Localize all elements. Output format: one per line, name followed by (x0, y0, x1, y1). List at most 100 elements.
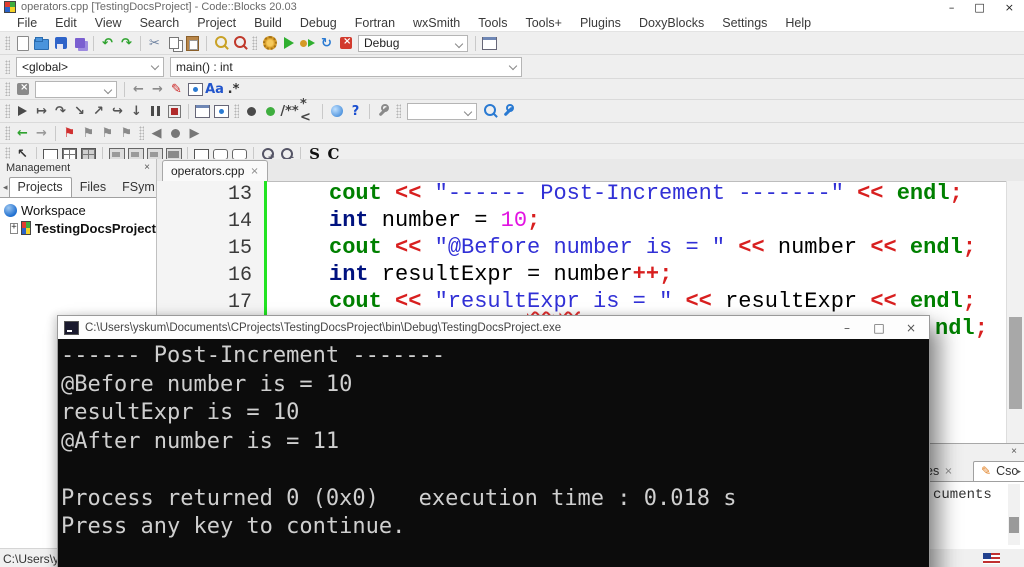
menu-settings[interactable]: Settings (713, 16, 776, 30)
regex-icon[interactable]: .* (225, 81, 242, 97)
menu-wxsmith[interactable]: wxSmith (404, 16, 469, 30)
bookmark-next-icon[interactable]: ⚑ (99, 125, 116, 141)
logs-scrollbar[interactable] (1008, 484, 1020, 545)
step-into-instruction-icon[interactable]: ↓ (128, 103, 145, 119)
console-maximize-button[interactable]: □ (863, 321, 895, 335)
save-all-icon[interactable] (71, 35, 88, 51)
next-line-icon[interactable]: ↷ (52, 103, 69, 119)
jump-back-icon[interactable]: ◀ (148, 125, 165, 141)
redo-icon[interactable]: ↷ (118, 35, 135, 51)
highlight-icon[interactable]: ✎ (168, 81, 185, 97)
expand-icon[interactable]: + (10, 223, 18, 234)
menu-tools+[interactable]: Tools+ (516, 16, 570, 30)
web-icon[interactable] (328, 103, 345, 119)
menu-fortran[interactable]: Fortran (346, 16, 404, 30)
function-select[interactable]: main() : int (170, 57, 522, 77)
maximize-button[interactable]: □ (974, 1, 984, 14)
console-output[interactable]: ------ Post-Increment -------@Before num… (58, 339, 929, 567)
bookmark-prev-icon[interactable]: ⚑ (80, 125, 97, 141)
help-icon[interactable]: ? (347, 103, 364, 119)
show-target-icon[interactable] (481, 35, 498, 51)
logs-tab-close-icon[interactable]: × (944, 466, 952, 477)
tab-files[interactable]: Files (72, 178, 114, 197)
incsearch-select[interactable] (407, 103, 477, 120)
scrollbar-thumb[interactable] (1009, 317, 1022, 409)
step-into-icon[interactable]: ↘ (71, 103, 88, 119)
tab-close-icon[interactable]: × (250, 166, 258, 177)
replace-icon[interactable] (231, 35, 248, 51)
menu-project[interactable]: Project (188, 16, 245, 30)
step-out-icon[interactable]: ↗ (90, 103, 107, 119)
plugin-icon-2[interactable] (262, 103, 279, 119)
run-icon[interactable] (280, 35, 297, 51)
abort-icon[interactable] (337, 35, 354, 51)
debug-continue-icon[interactable] (14, 103, 31, 119)
token: "@Before number is = " (435, 235, 725, 260)
find-icon[interactable] (212, 35, 229, 51)
editor-tab-operators[interactable]: operators.cpp × (162, 160, 268, 181)
plugin-icon-1[interactable] (243, 103, 260, 119)
new-file-icon[interactable] (14, 35, 31, 51)
stop-debugger-icon[interactable] (166, 103, 183, 119)
break-debugger-icon[interactable] (147, 103, 164, 119)
tree-item-workspace[interactable]: Workspace (0, 201, 156, 219)
cut-icon[interactable]: ✂ (146, 35, 163, 51)
console-minimize-button[interactable]: – (831, 321, 863, 335)
undo-icon[interactable]: ↶ (99, 35, 116, 51)
build-target-select[interactable]: Debug (358, 35, 468, 52)
management-close-icon[interactable]: × (144, 162, 150, 173)
token: number (369, 208, 475, 233)
browse-forward-icon[interactable]: → (33, 125, 50, 141)
close-file-icon[interactable] (14, 81, 31, 97)
open-files-select[interactable] (35, 81, 117, 98)
build-icon[interactable] (261, 35, 278, 51)
console-close-button[interactable]: × (895, 321, 927, 335)
menu-edit[interactable]: Edit (46, 16, 86, 30)
jump-forward-icon[interactable]: ▶ (186, 125, 203, 141)
title-bar[interactable]: operators.cpp [TestingDocsProject] - Cod… (0, 0, 1024, 14)
nav-forward-icon[interactable]: → (149, 81, 166, 97)
selected-text-icon[interactable] (187, 81, 204, 97)
rebuild-icon[interactable]: ↻ (318, 35, 335, 51)
browse-back-icon[interactable]: ← (14, 125, 31, 141)
tab-fsym[interactable]: FSym (114, 178, 163, 197)
incsearch-find-icon[interactable] (481, 103, 498, 119)
menu-search[interactable]: Search (131, 16, 189, 30)
bookmark-toggle-icon[interactable]: ⚑ (61, 125, 78, 141)
next-instruction-icon[interactable]: ↪ (109, 103, 126, 119)
console-title-bar[interactable]: C:\Users\yskum\Documents\CProjects\Testi… (58, 316, 929, 339)
nav-back-icon[interactable]: ← (130, 81, 147, 97)
build-and-run-icon[interactable] (299, 35, 316, 51)
scope-select[interactable]: <global> (16, 57, 164, 77)
settings-wrench-icon[interactable] (375, 103, 392, 119)
save-icon[interactable] (52, 35, 69, 51)
menu-debug[interactable]: Debug (291, 16, 346, 30)
tree-item-project[interactable]: + TestingDocsProject (0, 219, 156, 237)
run-to-cursor-icon[interactable]: ↦ (33, 103, 50, 119)
copy-icon[interactable] (165, 35, 182, 51)
menu-doxyblocks[interactable]: DoxyBlocks (630, 16, 713, 30)
bookmark-clear-icon[interactable]: ⚑ (118, 125, 135, 141)
logs-close-icon[interactable]: × (1011, 446, 1017, 457)
menu-plugins[interactable]: Plugins (571, 16, 630, 30)
menu-tools[interactable]: Tools (469, 16, 516, 30)
jump-record-icon[interactable] (167, 125, 184, 141)
minimize-button[interactable]: – (949, 1, 955, 14)
doxy-line-comment-icon[interactable]: *< (300, 103, 317, 119)
info-windows-icon[interactable] (213, 103, 230, 119)
tabs-scroll-left-icon[interactable]: ◂ (2, 183, 9, 197)
doxy-block-comment-icon[interactable]: /** (281, 103, 298, 119)
close-button[interactable]: × (1005, 1, 1014, 14)
incsearch-options-icon[interactable] (500, 103, 517, 119)
menu-view[interactable]: View (86, 16, 131, 30)
logs-tabs-overflow-icon[interactable]: ▸ (1016, 467, 1021, 477)
menu-help[interactable]: Help (776, 16, 820, 30)
paste-icon[interactable] (184, 35, 201, 51)
match-case-icon[interactable]: Aa (206, 81, 223, 97)
debugging-windows-icon[interactable] (194, 103, 211, 119)
tab-projects[interactable]: Projects (9, 177, 72, 197)
logs-scrollbar-thumb[interactable] (1009, 517, 1019, 533)
menu-build[interactable]: Build (245, 16, 291, 30)
open-file-icon[interactable] (33, 35, 50, 51)
menu-file[interactable]: File (8, 16, 46, 30)
